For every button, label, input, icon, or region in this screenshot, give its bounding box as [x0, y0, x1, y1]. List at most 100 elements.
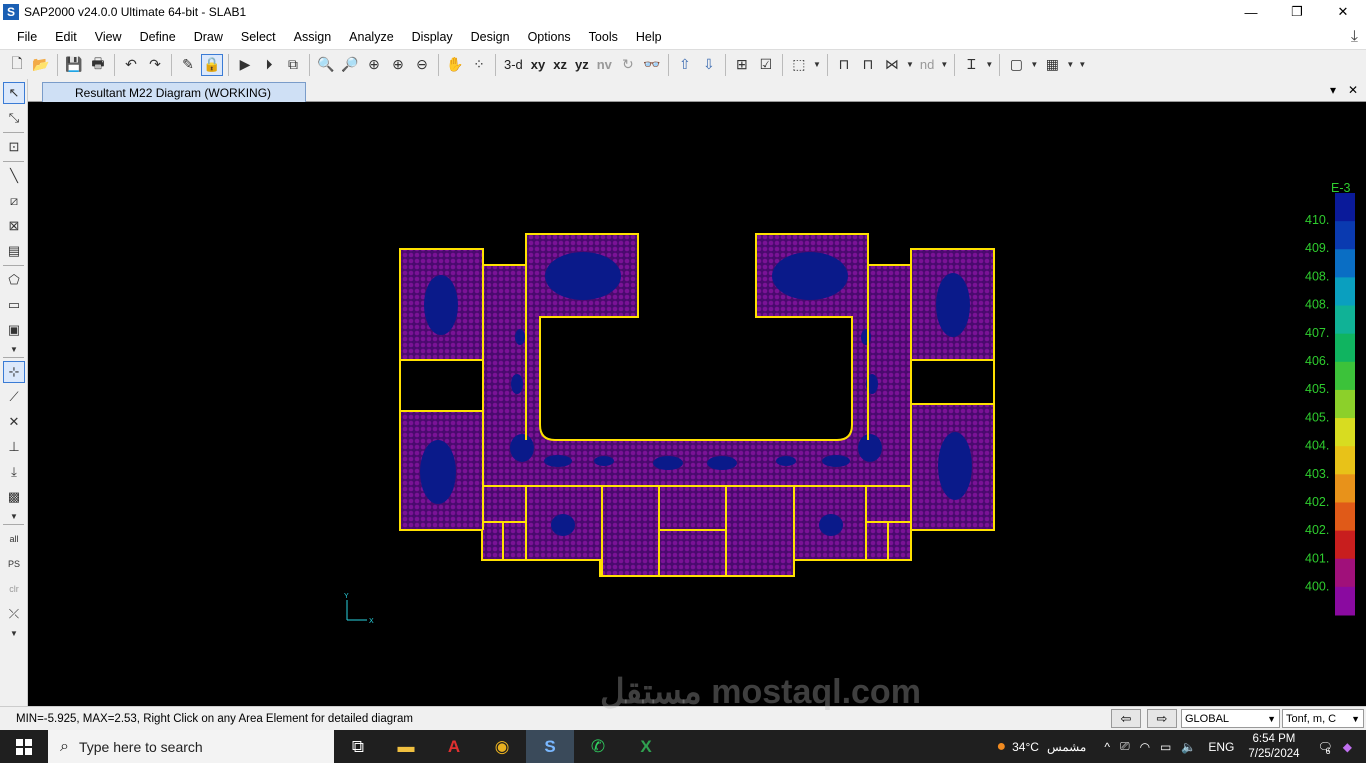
taskbar-clock[interactable]: 6:54 PM 7/25/2024	[1248, 732, 1299, 762]
draw-rect-area-icon[interactable]: ▭	[3, 294, 25, 316]
rubber-band-icon[interactable]: ⁘	[468, 54, 490, 76]
move-down-icon[interactable]: ⇩	[698, 54, 720, 76]
menu-define[interactable]: Define	[131, 30, 185, 44]
view-xz-button[interactable]: xz	[550, 54, 570, 76]
rotate-view-icon[interactable]: ↻	[617, 54, 639, 76]
previous-selection-icon[interactable]: PS	[3, 553, 25, 575]
model-view-canvas[interactable]: Y X E-3 410. 409. 408. 408. 407. 406. 405. 405.…	[28, 102, 1366, 706]
set-display-options-icon[interactable]: ⊞	[731, 54, 753, 76]
snap-points-icon[interactable]: ⊹	[3, 361, 25, 383]
restore-button[interactable]: ❐	[1274, 0, 1320, 24]
menu-design[interactable]: Design	[462, 30, 519, 44]
view-3d-button[interactable]: 3-d	[501, 54, 526, 76]
pencil-icon[interactable]: ✎	[177, 54, 199, 76]
menu-file[interactable]: File	[8, 30, 46, 44]
menu-display[interactable]: Display	[403, 30, 462, 44]
menu-select[interactable]: Select	[232, 30, 285, 44]
frame-dropdown-icon[interactable]: ▼	[905, 60, 915, 69]
snap-lines-icon[interactable]: ⤓	[3, 461, 25, 483]
view-xy-button[interactable]: xy	[528, 54, 548, 76]
menu-assign[interactable]: Assign	[285, 30, 341, 44]
table-dropdown-icon[interactable]: ▼	[1065, 60, 1075, 69]
zoom-window-icon[interactable]: 🔍	[315, 54, 337, 76]
close-button[interactable]: ✕	[1320, 0, 1366, 24]
graphics-dropdown-icon[interactable]: ▼	[812, 60, 822, 69]
tab-close-icon[interactable]: ✕	[1348, 83, 1358, 97]
move-up-icon[interactable]: ⇧	[674, 54, 696, 76]
previous-arrow-icon[interactable]: ⇦	[1111, 709, 1141, 728]
new-model-icon[interactable]: 🗋	[6, 54, 28, 76]
next-arrow-icon[interactable]: ⇨	[1147, 709, 1177, 728]
chrome-icon[interactable]: ◉	[478, 730, 526, 763]
quick-brace-icon[interactable]: ⊠	[3, 215, 25, 237]
quick-secondary-icon[interactable]: ▤	[3, 240, 25, 262]
more-dropdown-icon[interactable]: ▼	[1077, 60, 1087, 69]
whatsapp-icon[interactable]: ✆	[574, 730, 622, 763]
menu-view[interactable]: View	[86, 30, 131, 44]
frame-table-icon[interactable]: ⊓	[857, 54, 879, 76]
lock-icon[interactable]: 🔒	[201, 53, 223, 76]
pointer-select-icon[interactable]: ↖	[3, 82, 25, 104]
view-yz-button[interactable]: yz	[572, 54, 592, 76]
select-all-icon[interactable]: all	[3, 528, 25, 550]
frame-shape-icon[interactable]: ⊓	[833, 54, 855, 76]
perspective-toggle-icon[interactable]: 👓	[641, 54, 663, 76]
snap-grid-icon[interactable]: ▩	[3, 486, 25, 508]
zoom-full-icon[interactable]: 🔎	[339, 54, 361, 76]
show-hidden-icons-icon[interactable]: ^	[1104, 740, 1110, 754]
tab-resultant-m22-diagram[interactable]: Resultant M22 Diagram (WORKING)	[42, 82, 306, 102]
area-dropdown-icon[interactable]: ▼	[1029, 60, 1039, 69]
units-select[interactable]: Tonf, m, C ▼	[1282, 709, 1364, 728]
weather-icon[interactable]: ●	[996, 738, 1006, 756]
table-icon[interactable]: ▦	[1041, 54, 1063, 76]
autocad-icon[interactable]: A	[430, 730, 478, 763]
frame-truss-icon[interactable]: ⋈	[881, 54, 903, 76]
check-icon[interactable]: ☑	[755, 54, 777, 76]
file-explorer-icon[interactable]: ▬	[382, 730, 430, 763]
coordinate-system-select[interactable]: GLOBAL ▼	[1181, 709, 1280, 728]
run-now-icon[interactable]: ⏵	[258, 54, 280, 76]
copilot-icon[interactable]: ◆	[1343, 740, 1352, 754]
sap2000-taskbar-icon[interactable]: S	[526, 730, 574, 763]
save-icon[interactable]: 💾	[63, 54, 85, 76]
open-icon[interactable]: 📂	[30, 54, 52, 76]
download-icon[interactable]: ⤓	[1351, 28, 1358, 46]
graphics-options-icon[interactable]: ⬚	[788, 54, 810, 76]
nd-button[interactable]: nd	[917, 54, 937, 76]
battery-icon[interactable]: ▭	[1160, 740, 1171, 754]
wifi-icon[interactable]: ◠	[1140, 740, 1150, 754]
draw-dropdown-icon[interactable]: ▼	[3, 344, 25, 354]
menu-options[interactable]: Options	[519, 30, 580, 44]
draw-poly-area-icon[interactable]: ⬠	[3, 269, 25, 291]
section-dropdown-icon[interactable]: ▼	[984, 60, 994, 69]
meet-now-icon[interactable]: ⎚	[1120, 739, 1130, 754]
nd-dropdown-icon[interactable]: ▼	[939, 60, 949, 69]
excel-icon[interactable]: X	[622, 730, 670, 763]
refresh-window-icon[interactable]: ⧉	[282, 54, 304, 76]
pan-hand-icon[interactable]: ✋	[444, 54, 466, 76]
draw-frame-icon[interactable]: ╲	[3, 165, 25, 187]
print-icon[interactable]: 🖶	[87, 54, 109, 76]
redo-icon[interactable]: ↷	[144, 54, 166, 76]
run-analysis-icon[interactable]: ▶	[234, 54, 256, 76]
zoom-out-icon[interactable]: ⊖	[411, 54, 433, 76]
zoom-in-icon[interactable]: ⊕	[387, 54, 409, 76]
minimize-button[interactable]: —	[1228, 0, 1274, 24]
task-view-icon[interactable]: ⧉	[334, 730, 382, 763]
draw-joint-icon[interactable]: ⊡	[3, 136, 25, 158]
snap-intersections-icon[interactable]: ✕	[3, 411, 25, 433]
menu-analyze[interactable]: Analyze	[340, 30, 402, 44]
snap-ends-icon[interactable]: ⟋	[3, 386, 25, 408]
menu-help[interactable]: Help	[627, 30, 671, 44]
view-nv-button[interactable]: nv	[594, 54, 615, 76]
clear-selection-icon[interactable]: clr	[3, 578, 25, 600]
menu-draw[interactable]: Draw	[185, 30, 232, 44]
slab-diagram[interactable]: Y X E-3 410. 409. 408. 408. 407. 406. 405. 405.…	[28, 102, 1366, 706]
taskbar-search-input[interactable]: ⌕ Type here to search	[48, 730, 334, 763]
snap-perpendicular-icon[interactable]: ⊥	[3, 436, 25, 458]
menu-tools[interactable]: Tools	[580, 30, 627, 44]
zoom-previous-icon[interactable]: ⊕	[363, 54, 385, 76]
area-icon[interactable]: ▢	[1005, 54, 1027, 76]
language-indicator[interactable]: ENG	[1208, 740, 1234, 754]
section-cut-icon[interactable]: Ɪ	[960, 54, 982, 76]
